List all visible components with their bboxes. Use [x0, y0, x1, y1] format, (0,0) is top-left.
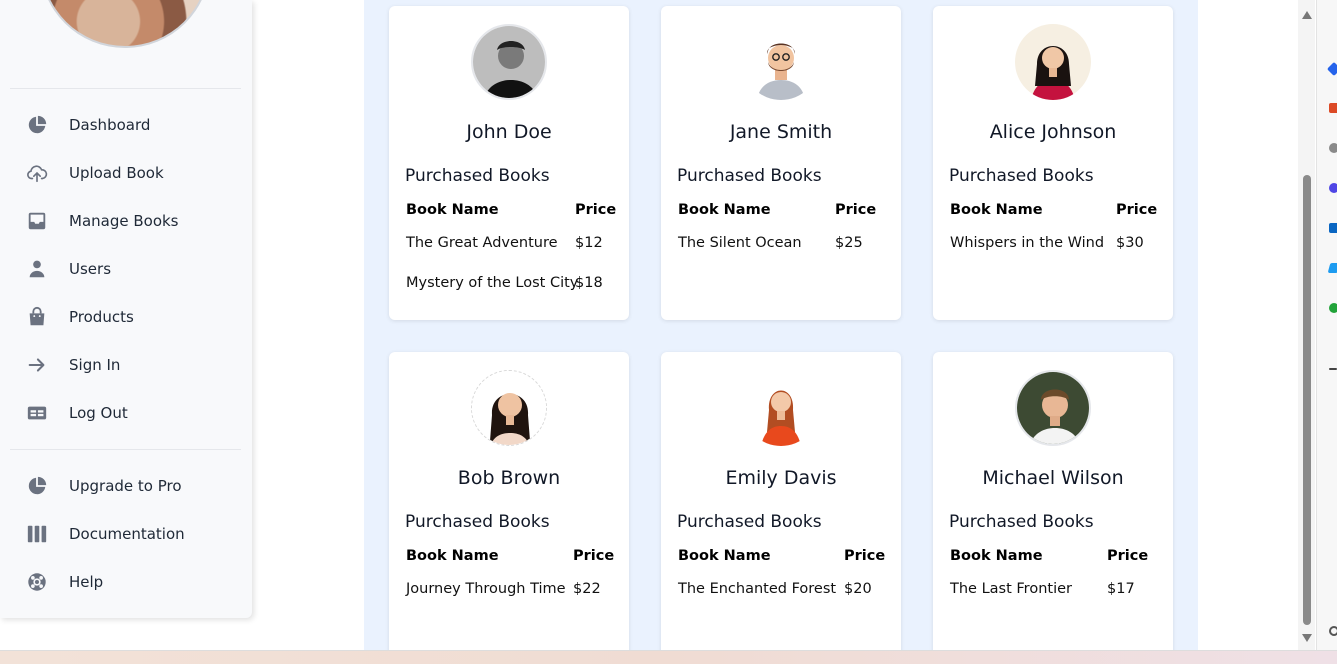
book-price: $22	[573, 581, 601, 597]
purchased-books-title: Purchased Books	[949, 166, 1094, 186]
book-price: $20	[844, 581, 872, 597]
user-card: Bob Brown Purchased Books Book Name Pric…	[389, 352, 629, 664]
taskbar	[0, 650, 1337, 664]
price-header: Price	[835, 202, 877, 218]
book-price: $12	[575, 235, 603, 251]
shopping-bag-icon	[26, 306, 48, 328]
add-icon[interactable]	[1329, 368, 1337, 370]
sidebar-item-label: Products	[69, 308, 134, 326]
book-price: $18	[575, 275, 603, 291]
extension-icon[interactable]	[1329, 143, 1337, 153]
book-title: The Silent Ocean	[678, 235, 802, 251]
book-title: Whispers in the Wind	[950, 235, 1105, 251]
book-title: The Enchanted Forest	[678, 581, 837, 597]
user-name: John Doe	[466, 121, 552, 143]
pie-chart-icon	[26, 475, 48, 497]
scroll-down-arrow-icon[interactable]	[1302, 634, 1312, 642]
sidebar-item-sign-in[interactable]: Sign In	[0, 345, 252, 385]
price-header: Price	[573, 548, 615, 564]
sidebar: Dashboard Upload Book Manage Books Users…	[0, 0, 252, 618]
purchased-books-title: Purchased Books	[677, 512, 822, 532]
profile-avatar	[40, 0, 210, 48]
purchased-books-title: Purchased Books	[677, 166, 822, 186]
extension-icon[interactable]	[1329, 223, 1337, 233]
book-name-header: Book Name	[406, 548, 499, 564]
user-avatar	[1015, 24, 1091, 100]
sidebar-divider	[10, 88, 241, 89]
user-name: Jane Smith	[729, 121, 833, 143]
settings-icon[interactable]	[1329, 626, 1337, 636]
user-card: Jane Smith Purchased Books Book Name Pri…	[661, 6, 901, 320]
sidebar-item-label: Sign In	[69, 356, 121, 374]
sidebar-item-log-out[interactable]: Log Out	[0, 393, 252, 433]
sidebar-item-label: Manage Books	[69, 212, 179, 230]
sidebar-item-label: Help	[69, 573, 104, 591]
user-name: Michael Wilson	[982, 467, 1124, 489]
purchased-books-title: Purchased Books	[949, 512, 1094, 532]
sidebar-item-documentation[interactable]: Documentation	[0, 514, 252, 554]
extension-icon[interactable]	[1329, 103, 1337, 113]
book-name-header: Book Name	[406, 202, 499, 218]
user-name: Alice Johnson	[989, 121, 1117, 143]
sidebar-item-label: Upload Book	[69, 164, 164, 182]
table-icon	[26, 402, 48, 424]
user-card: Emily Davis Purchased Books Book Name Pr…	[661, 352, 901, 664]
extension-icon[interactable]	[1329, 183, 1337, 193]
book-title: The Last Frontier	[950, 581, 1072, 597]
user-avatar	[743, 370, 819, 446]
book-name-header: Book Name	[950, 548, 1043, 564]
inbox-icon	[26, 210, 48, 232]
book-name-header: Book Name	[950, 202, 1043, 218]
book-name-header: Book Name	[678, 202, 771, 218]
user-icon	[26, 258, 48, 280]
user-avatar	[471, 24, 547, 100]
book-title: The Great Adventure	[406, 235, 558, 251]
sidebar-item-label: Documentation	[69, 525, 185, 543]
book-name-header: Book Name	[678, 548, 771, 564]
scroll-up-arrow-icon[interactable]	[1302, 11, 1312, 19]
arrow-right-icon	[26, 354, 48, 376]
user-name: Bob Brown	[457, 467, 561, 489]
sidebar-divider	[10, 449, 241, 450]
book-title: Journey Through Time	[406, 581, 566, 597]
sidebar-item-users[interactable]: Users	[0, 249, 252, 289]
user-name: Emily Davis	[725, 467, 837, 489]
sidebar-item-manage-books[interactable]: Manage Books	[0, 201, 252, 241]
user-avatar	[743, 24, 819, 100]
price-header: Price	[1107, 548, 1149, 564]
user-avatar	[1015, 370, 1091, 446]
user-avatar	[471, 370, 547, 446]
book-price: $17	[1107, 581, 1135, 597]
pie-chart-icon	[26, 114, 48, 136]
price-header: Price	[844, 548, 886, 564]
book-title: Mystery of the Lost City	[406, 275, 579, 291]
life-buoy-icon	[26, 571, 48, 593]
user-card: John Doe Purchased Books Book Name Price…	[389, 6, 629, 320]
purchased-books-title: Purchased Books	[405, 166, 550, 186]
sidebar-item-upload-book[interactable]: Upload Book	[0, 153, 252, 193]
columns-icon	[26, 523, 48, 545]
cloud-upload-icon	[26, 162, 48, 184]
sidebar-item-label: Log Out	[69, 404, 128, 422]
browser-side-panel	[1316, 0, 1337, 650]
book-price: $30	[1116, 235, 1144, 251]
price-header: Price	[1116, 202, 1158, 218]
scrollbar-thumb[interactable]	[1303, 175, 1311, 625]
user-card: Alice Johnson Purchased Books Book Name …	[933, 6, 1173, 320]
sidebar-item-products[interactable]: Products	[0, 297, 252, 337]
book-price: $25	[835, 235, 863, 251]
user-card: Michael Wilson Purchased Books Book Name…	[933, 352, 1173, 664]
price-header: Price	[575, 202, 617, 218]
purchased-books-title: Purchased Books	[405, 512, 550, 532]
sidebar-item-label: Users	[69, 260, 112, 278]
extension-icon[interactable]	[1327, 263, 1337, 273]
sidebar-item-help[interactable]: Help	[0, 562, 252, 602]
sidebar-item-label: Dashboard	[69, 116, 151, 134]
extension-icon[interactable]	[1329, 303, 1337, 313]
sidebar-item-upgrade-to-pro[interactable]: Upgrade to Pro	[0, 466, 252, 506]
sidebar-item-label: Upgrade to Pro	[69, 477, 182, 495]
sidebar-item-dashboard[interactable]: Dashboard	[0, 105, 252, 145]
